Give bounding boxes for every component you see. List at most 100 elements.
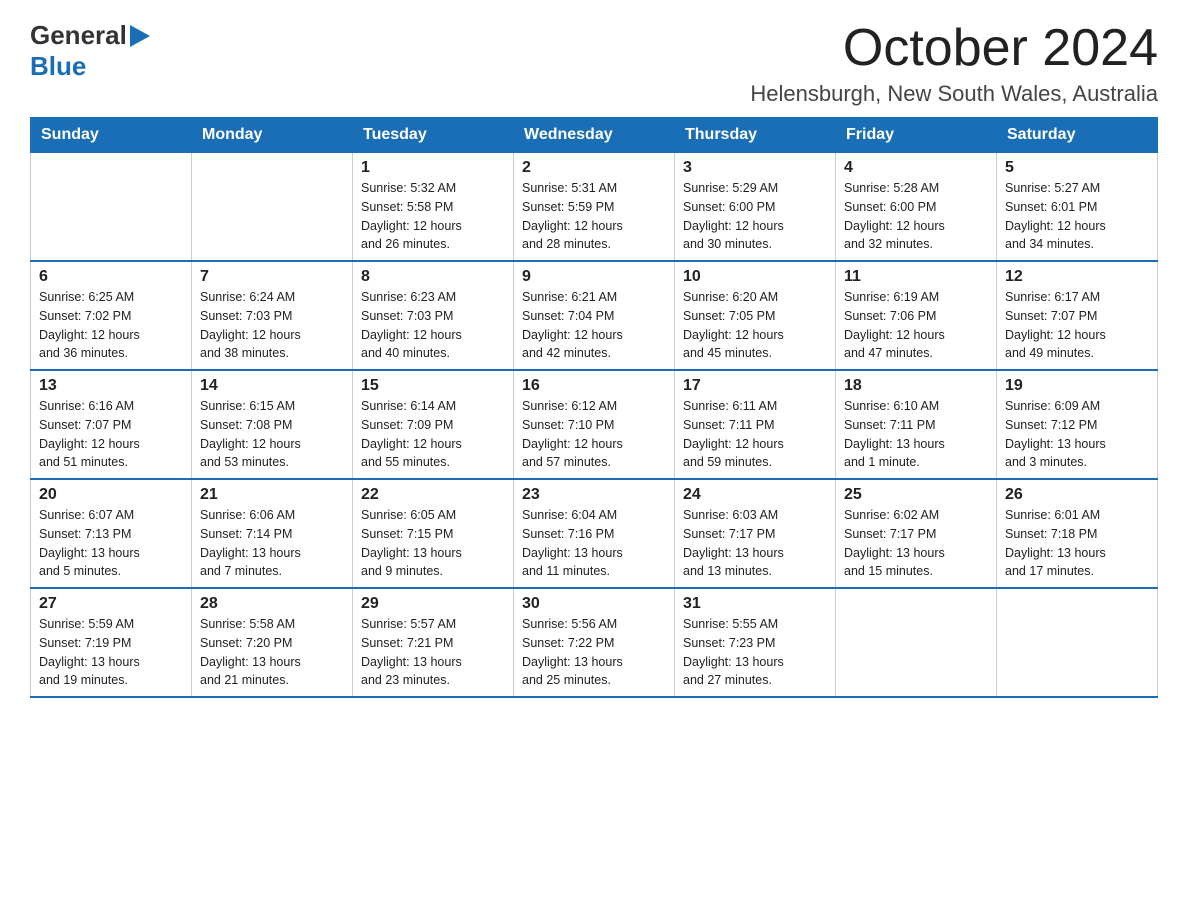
calendar-cell: 1Sunrise: 5:32 AM Sunset: 5:58 PM Daylig… <box>353 153 514 262</box>
day-info: Sunrise: 6:14 AM Sunset: 7:09 PM Dayligh… <box>361 397 505 472</box>
day-of-week-header: Sunday <box>31 118 192 153</box>
day-number: 29 <box>361 595 505 613</box>
day-number: 1 <box>361 159 505 177</box>
day-info: Sunrise: 6:19 AM Sunset: 7:06 PM Dayligh… <box>844 288 988 363</box>
calendar-header: SundayMondayTuesdayWednesdayThursdayFrid… <box>31 118 1158 153</box>
day-of-week-header: Friday <box>836 118 997 153</box>
calendar-cell: 23 Sunrise: 6:04 AM Sunset: 7:16 PM Dayli… <box>514 479 675 588</box>
calendar-cell: 24 Sunrise: 6:03 AM Sunset: 7:17 PM Dayli… <box>675 479 836 588</box>
calendar-cell: 19Sunrise: 6:09 AM Sunset: 7:12 PM Dayli… <box>997 370 1158 479</box>
calendar-body: 1Sunrise: 5:32 AM Sunset: 5:58 PM Daylig… <box>31 153 1158 698</box>
day-info: Sunrise: 6:20 AM Sunset: 7:05 PM Dayligh… <box>683 288 827 363</box>
calendar-cell: 28 Sunrise: 5:58 AM Sunset: 7:20 PM Dayli… <box>192 588 353 697</box>
day-number: 9 <box>522 268 666 286</box>
day-number: 17 <box>683 377 827 395</box>
day-number: 2 <box>522 159 666 177</box>
day-info: Sunrise: 6:06 AM Sunset: 7:14 PM Dayligh… <box>200 506 344 581</box>
day-info: Sunrise: 6:02 AM Sunset: 7:17 PM Dayligh… <box>844 506 988 581</box>
day-number: 24 <box>683 486 827 504</box>
day-info: Sunrise: 5:55 AM Sunset: 7:23 PM Dayligh… <box>683 615 827 690</box>
day-info: Sunrise: 6:16 AM Sunset: 7:07 PM Dayligh… <box>39 397 183 472</box>
day-info: Sunrise: 6:03 AM Sunset: 7:17 PM Dayligh… <box>683 506 827 581</box>
day-info: Sunrise: 6:04 AM Sunset: 7:16 PM Dayligh… <box>522 506 666 581</box>
logo-general-text: General <box>30 20 127 51</box>
calendar-cell: 17 Sunrise: 6:11 AM Sunset: 7:11 PM Dayli… <box>675 370 836 479</box>
calendar-cell: 26 Sunrise: 6:01 AM Sunset: 7:18 PM Dayli… <box>997 479 1158 588</box>
day-info: Sunrise: 5:31 AM Sunset: 5:59 PM Dayligh… <box>522 179 666 254</box>
calendar-cell: 30Sunrise: 5:56 AM Sunset: 7:22 PM Dayli… <box>514 588 675 697</box>
day-header-row: SundayMondayTuesdayWednesdayThursdayFrid… <box>31 118 1158 153</box>
calendar-cell: 15 Sunrise: 6:14 AM Sunset: 7:09 PM Dayli… <box>353 370 514 479</box>
header: General Blue October 2024 Helensburgh, N… <box>30 20 1158 107</box>
calendar-table: SundayMondayTuesdayWednesdayThursdayFrid… <box>30 117 1158 698</box>
day-info: Sunrise: 6:05 AM Sunset: 7:15 PM Dayligh… <box>361 506 505 581</box>
day-info: Sunrise: 6:23 AM Sunset: 7:03 PM Dayligh… <box>361 288 505 363</box>
calendar-cell: 3 Sunrise: 5:29 AM Sunset: 6:00 PM Daylig… <box>675 153 836 262</box>
day-number: 12 <box>1005 268 1149 286</box>
calendar-cell: 22 Sunrise: 6:05 AM Sunset: 7:15 PM Dayli… <box>353 479 514 588</box>
calendar-cell: 10 Sunrise: 6:20 AM Sunset: 7:05 PM Dayli… <box>675 261 836 370</box>
day-number: 25 <box>844 486 988 504</box>
calendar-cell: 12Sunrise: 6:17 AM Sunset: 7:07 PM Dayli… <box>997 261 1158 370</box>
day-number: 28 <box>200 595 344 613</box>
calendar-cell: 4Sunrise: 5:28 AM Sunset: 6:00 PM Daylig… <box>836 153 997 262</box>
day-number: 6 <box>39 268 183 286</box>
day-info: Sunrise: 6:12 AM Sunset: 7:10 PM Dayligh… <box>522 397 666 472</box>
calendar-cell: 11 Sunrise: 6:19 AM Sunset: 7:06 PM Dayli… <box>836 261 997 370</box>
calendar-cell: 7Sunrise: 6:24 AM Sunset: 7:03 PM Daylig… <box>192 261 353 370</box>
calendar-cell: 14 Sunrise: 6:15 AM Sunset: 7:08 PM Dayli… <box>192 370 353 479</box>
calendar-cell: 8 Sunrise: 6:23 AM Sunset: 7:03 PM Daylig… <box>353 261 514 370</box>
day-of-week-header: Thursday <box>675 118 836 153</box>
calendar-cell <box>31 153 192 262</box>
day-number: 5 <box>1005 159 1149 177</box>
day-number: 11 <box>844 268 988 286</box>
day-info: Sunrise: 6:10 AM Sunset: 7:11 PM Dayligh… <box>844 397 988 472</box>
calendar-cell: 5 Sunrise: 5:27 AM Sunset: 6:01 PM Daylig… <box>997 153 1158 262</box>
day-number: 3 <box>683 159 827 177</box>
day-info: Sunrise: 6:01 AM Sunset: 7:18 PM Dayligh… <box>1005 506 1149 581</box>
title-block: October 2024 Helensburgh, New South Wale… <box>750 20 1158 107</box>
calendar-cell: 9Sunrise: 6:21 AM Sunset: 7:04 PM Daylig… <box>514 261 675 370</box>
calendar-cell <box>997 588 1158 697</box>
calendar-week-row: 13 Sunrise: 6:16 AM Sunset: 7:07 PM Dayli… <box>31 370 1158 479</box>
calendar-cell: 27Sunrise: 5:59 AM Sunset: 7:19 PM Dayli… <box>31 588 192 697</box>
day-info: Sunrise: 5:27 AM Sunset: 6:01 PM Dayligh… <box>1005 179 1149 254</box>
day-number: 26 <box>1005 486 1149 504</box>
day-number: 13 <box>39 377 183 395</box>
day-of-week-header: Tuesday <box>353 118 514 153</box>
day-number: 27 <box>39 595 183 613</box>
day-info: Sunrise: 5:29 AM Sunset: 6:00 PM Dayligh… <box>683 179 827 254</box>
day-info: Sunrise: 6:25 AM Sunset: 7:02 PM Dayligh… <box>39 288 183 363</box>
day-info: Sunrise: 5:58 AM Sunset: 7:20 PM Dayligh… <box>200 615 344 690</box>
day-number: 15 <box>361 377 505 395</box>
calendar-cell: 20Sunrise: 6:07 AM Sunset: 7:13 PM Dayli… <box>31 479 192 588</box>
page-title: October 2024 <box>750 20 1158 77</box>
day-of-week-header: Saturday <box>997 118 1158 153</box>
day-of-week-header: Monday <box>192 118 353 153</box>
calendar-cell <box>192 153 353 262</box>
calendar-cell: 18 Sunrise: 6:10 AM Sunset: 7:11 PM Dayli… <box>836 370 997 479</box>
day-of-week-header: Wednesday <box>514 118 675 153</box>
calendar-cell: 13 Sunrise: 6:16 AM Sunset: 7:07 PM Dayli… <box>31 370 192 479</box>
day-number: 10 <box>683 268 827 286</box>
day-number: 18 <box>844 377 988 395</box>
calendar-cell: 25 Sunrise: 6:02 AM Sunset: 7:17 PM Dayli… <box>836 479 997 588</box>
day-number: 16 <box>522 377 666 395</box>
calendar-cell: 29 Sunrise: 5:57 AM Sunset: 7:21 PM Dayli… <box>353 588 514 697</box>
day-info: Sunrise: 6:15 AM Sunset: 7:08 PM Dayligh… <box>200 397 344 472</box>
day-number: 22 <box>361 486 505 504</box>
logo-blue-text: Blue <box>30 51 86 81</box>
day-number: 23 <box>522 486 666 504</box>
day-info: Sunrise: 6:11 AM Sunset: 7:11 PM Dayligh… <box>683 397 827 472</box>
day-number: 14 <box>200 377 344 395</box>
day-number: 8 <box>361 268 505 286</box>
day-number: 31 <box>683 595 827 613</box>
logo-arrow-icon <box>130 25 150 47</box>
calendar-week-row: 20Sunrise: 6:07 AM Sunset: 7:13 PM Dayli… <box>31 479 1158 588</box>
calendar-cell <box>836 588 997 697</box>
calendar-week-row: 27Sunrise: 5:59 AM Sunset: 7:19 PM Dayli… <box>31 588 1158 697</box>
day-info: Sunrise: 5:28 AM Sunset: 6:00 PM Dayligh… <box>844 179 988 254</box>
day-number: 30 <box>522 595 666 613</box>
day-info: Sunrise: 5:57 AM Sunset: 7:21 PM Dayligh… <box>361 615 505 690</box>
day-info: Sunrise: 6:07 AM Sunset: 7:13 PM Dayligh… <box>39 506 183 581</box>
